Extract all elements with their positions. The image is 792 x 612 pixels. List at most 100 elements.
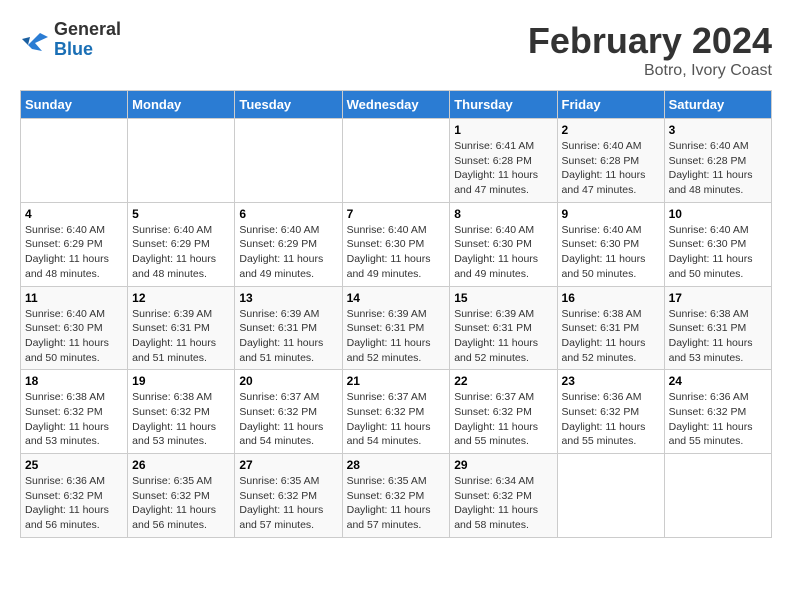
- day-cell: 1Sunrise: 6:41 AMSunset: 6:28 PMDaylight…: [450, 119, 557, 203]
- day-number: 17: [669, 291, 767, 305]
- main-title: February 2024: [528, 20, 772, 62]
- title-area: February 2024 Botro, Ivory Coast: [528, 20, 772, 80]
- day-number: 27: [239, 458, 337, 472]
- header: General Blue February 2024 Botro, Ivory …: [20, 20, 772, 80]
- day-number: 14: [347, 291, 446, 305]
- day-info: Sunrise: 6:35 AMSunset: 6:32 PMDaylight:…: [347, 474, 446, 533]
- week-row-4: 25 Sunrise: 6:36 AMSunset: 6:32 PMDayligh…: [21, 454, 772, 538]
- day-number: 18: [25, 374, 123, 388]
- day-info: Sunrise: 6:40 AMSunset: 6:30 PMDaylight:…: [347, 223, 446, 282]
- day-number: 24: [669, 374, 767, 388]
- day-number: 19: [132, 374, 230, 388]
- day-cell: 5Sunrise: 6:40 AMSunset: 6:29 PMDaylight…: [128, 202, 235, 286]
- day-cell: [664, 454, 771, 538]
- day-cell: 17 Sunrise: 6:38 AMSunset: 6:31 PMDayligh…: [664, 286, 771, 370]
- day-info: Sunrise: 6:38 AMSunset: 6:32 PMDaylight:…: [25, 390, 123, 449]
- day-info: Sunrise: 6:40 AMSunset: 6:28 PMDaylight:…: [669, 139, 767, 198]
- subtitle: Botro, Ivory Coast: [528, 62, 772, 80]
- header-thursday: Thursday: [450, 91, 557, 119]
- day-info: Sunrise: 6:40 AMSunset: 6:30 PMDaylight:…: [669, 223, 767, 282]
- day-number: 8: [454, 207, 552, 221]
- logo-icon: [20, 25, 50, 55]
- day-cell: 7 Sunrise: 6:40 AMSunset: 6:30 PMDaylight…: [342, 202, 450, 286]
- day-cell: 27 Sunrise: 6:35 AMSunset: 6:32 PMDayligh…: [235, 454, 342, 538]
- week-row-2: 11 Sunrise: 6:40 AMSunset: 6:30 PMDayligh…: [21, 286, 772, 370]
- day-number: 2: [562, 123, 660, 137]
- day-cell: 14 Sunrise: 6:39 AMSunset: 6:31 PMDayligh…: [342, 286, 450, 370]
- week-row-3: 18 Sunrise: 6:38 AMSunset: 6:32 PMDayligh…: [21, 370, 772, 454]
- day-number: 7: [347, 207, 446, 221]
- day-cell: 15Sunrise: 6:39 AMSunset: 6:31 PMDayligh…: [450, 286, 557, 370]
- day-info: Sunrise: 6:40 AMSunset: 6:30 PMDaylight:…: [25, 307, 123, 366]
- header-wednesday: Wednesday: [342, 91, 450, 119]
- day-info: Sunrise: 6:38 AMSunset: 6:32 PMDaylight:…: [132, 390, 230, 449]
- day-number: 11: [25, 291, 123, 305]
- day-info: Sunrise: 6:39 AMSunset: 6:31 PMDaylight:…: [239, 307, 337, 366]
- day-info: Sunrise: 6:36 AMSunset: 6:32 PMDaylight:…: [562, 390, 660, 449]
- day-cell: 24 Sunrise: 6:36 AMSunset: 6:32 PMDayligh…: [664, 370, 771, 454]
- day-number: 26: [132, 458, 230, 472]
- day-info: Sunrise: 6:40 AMSunset: 6:29 PMDaylight:…: [132, 223, 230, 282]
- day-number: 3: [669, 123, 767, 137]
- day-cell: [21, 119, 128, 203]
- day-cell: 18 Sunrise: 6:38 AMSunset: 6:32 PMDayligh…: [21, 370, 128, 454]
- day-number: 16: [562, 291, 660, 305]
- day-info: Sunrise: 6:40 AMSunset: 6:29 PMDaylight:…: [239, 223, 337, 282]
- header-sunday: Sunday: [21, 91, 128, 119]
- day-cell: 23 Sunrise: 6:36 AMSunset: 6:32 PMDayligh…: [557, 370, 664, 454]
- day-cell: 10Sunrise: 6:40 AMSunset: 6:30 PMDayligh…: [664, 202, 771, 286]
- day-cell: 28 Sunrise: 6:35 AMSunset: 6:32 PMDayligh…: [342, 454, 450, 538]
- header-tuesday: Tuesday: [235, 91, 342, 119]
- day-info: Sunrise: 6:38 AMSunset: 6:31 PMDaylight:…: [669, 307, 767, 366]
- calendar-header: SundayMondayTuesdayWednesdayThursdayFrid…: [21, 91, 772, 119]
- day-info: Sunrise: 6:37 AMSunset: 6:32 PMDaylight:…: [454, 390, 552, 449]
- day-number: 25: [25, 458, 123, 472]
- day-cell: 6 Sunrise: 6:40 AMSunset: 6:29 PMDaylight…: [235, 202, 342, 286]
- day-cell: [235, 119, 342, 203]
- day-number: 4: [25, 207, 123, 221]
- day-info: Sunrise: 6:39 AMSunset: 6:31 PMDaylight:…: [132, 307, 230, 366]
- day-number: 23: [562, 374, 660, 388]
- day-cell: 29 Sunrise: 6:34 AMSunset: 6:32 PMDayligh…: [450, 454, 557, 538]
- day-cell: 8 Sunrise: 6:40 AMSunset: 6:30 PMDaylight…: [450, 202, 557, 286]
- day-number: 1: [454, 123, 552, 137]
- day-number: 28: [347, 458, 446, 472]
- day-number: 9: [562, 207, 660, 221]
- day-cell: 12Sunrise: 6:39 AMSunset: 6:31 PMDayligh…: [128, 286, 235, 370]
- week-row-1: 4 Sunrise: 6:40 AMSunset: 6:29 PMDaylight…: [21, 202, 772, 286]
- day-cell: 9Sunrise: 6:40 AMSunset: 6:30 PMDaylight…: [557, 202, 664, 286]
- day-cell: 16 Sunrise: 6:38 AMSunset: 6:31 PMDayligh…: [557, 286, 664, 370]
- logo-general: General: [54, 20, 121, 40]
- day-cell: 13 Sunrise: 6:39 AMSunset: 6:31 PMDayligh…: [235, 286, 342, 370]
- day-number: 22: [454, 374, 552, 388]
- day-info: Sunrise: 6:40 AMSunset: 6:28 PMDaylight:…: [562, 139, 660, 198]
- logo: General Blue: [20, 20, 121, 60]
- week-row-0: 1Sunrise: 6:41 AMSunset: 6:28 PMDaylight…: [21, 119, 772, 203]
- day-info: Sunrise: 6:39 AMSunset: 6:31 PMDaylight:…: [347, 307, 446, 366]
- header-friday: Friday: [557, 91, 664, 119]
- day-cell: 4Sunrise: 6:40 AMSunset: 6:29 PMDaylight…: [21, 202, 128, 286]
- day-number: 29: [454, 458, 552, 472]
- day-info: Sunrise: 6:36 AMSunset: 6:32 PMDaylight:…: [669, 390, 767, 449]
- day-cell: [342, 119, 450, 203]
- day-cell: 26Sunrise: 6:35 AMSunset: 6:32 PMDayligh…: [128, 454, 235, 538]
- day-info: Sunrise: 6:40 AMSunset: 6:30 PMDaylight:…: [454, 223, 552, 282]
- day-number: 21: [347, 374, 446, 388]
- day-number: 13: [239, 291, 337, 305]
- header-row: SundayMondayTuesdayWednesdayThursdayFrid…: [21, 91, 772, 119]
- day-info: Sunrise: 6:36 AMSunset: 6:32 PMDaylight:…: [25, 474, 123, 533]
- day-info: Sunrise: 6:38 AMSunset: 6:31 PMDaylight:…: [562, 307, 660, 366]
- day-cell: 19 Sunrise: 6:38 AMSunset: 6:32 PMDayligh…: [128, 370, 235, 454]
- day-cell: [128, 119, 235, 203]
- day-cell: 25 Sunrise: 6:36 AMSunset: 6:32 PMDayligh…: [21, 454, 128, 538]
- logo-blue: Blue: [54, 40, 121, 60]
- day-cell: 2 Sunrise: 6:40 AMSunset: 6:28 PMDaylight…: [557, 119, 664, 203]
- day-cell: [557, 454, 664, 538]
- day-info: Sunrise: 6:34 AMSunset: 6:32 PMDaylight:…: [454, 474, 552, 533]
- day-cell: 3 Sunrise: 6:40 AMSunset: 6:28 PMDaylight…: [664, 119, 771, 203]
- day-info: Sunrise: 6:35 AMSunset: 6:32 PMDaylight:…: [239, 474, 337, 533]
- day-cell: 22 Sunrise: 6:37 AMSunset: 6:32 PMDayligh…: [450, 370, 557, 454]
- header-monday: Monday: [128, 91, 235, 119]
- logo-text: General Blue: [54, 20, 121, 60]
- day-number: 6: [239, 207, 337, 221]
